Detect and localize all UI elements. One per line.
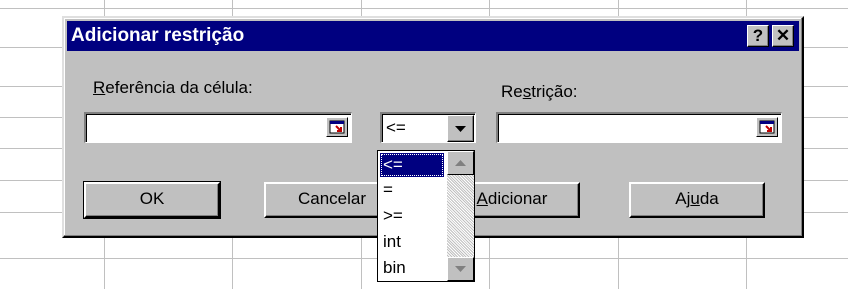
operator-dropdown-button[interactable] <box>447 115 474 142</box>
operator-option-le[interactable]: <= <box>380 153 444 177</box>
help-title-button[interactable]: ? <box>747 25 769 47</box>
constraint-input[interactable] <box>496 112 782 143</box>
help-button-post: da <box>699 189 719 208</box>
help-button[interactable]: Ajuda <box>629 182 765 218</box>
constraint-label-post: trição: <box>531 82 578 101</box>
constraint-collapse-button[interactable] <box>756 117 778 137</box>
cell-reference-collapse-button[interactable] <box>326 117 348 137</box>
arrow-down-icon <box>455 266 466 272</box>
close-button[interactable]: ✕ <box>772 25 794 47</box>
operator-option-int[interactable]: int <box>380 230 444 254</box>
operator-combobox[interactable]: <= <box>380 112 476 143</box>
help-button-hotkey: u <box>690 189 700 208</box>
dropdown-scrollbar[interactable] <box>447 151 474 281</box>
constraint-label-pre: Re <box>501 82 523 101</box>
constraint-label: Restrição: <box>501 82 578 102</box>
collapse-dialog-icon <box>759 120 775 134</box>
cell-reference-label-text: eferência da célula: <box>105 78 253 97</box>
operator-option-bin[interactable]: bin <box>380 256 444 280</box>
cell-reference-label: Referência da célula: <box>93 78 253 98</box>
chevron-down-icon <box>455 126 466 132</box>
ok-button[interactable]: OK <box>83 181 221 219</box>
scroll-up-button[interactable] <box>447 151 474 175</box>
operator-dropdown-list: <= = >= int bin <box>377 150 475 282</box>
add-button-label: dicionar <box>487 189 548 208</box>
dialog-title: Adicionar restrição <box>71 25 245 46</box>
add-button-hotkey: A <box>476 189 488 208</box>
constraint-label-hotkey: s <box>522 82 532 101</box>
cell-reference-label-hotkey: R <box>93 78 106 97</box>
grid-line <box>0 8 848 9</box>
operator-option-ge[interactable]: >= <box>380 204 444 228</box>
operator-selected-value: <= <box>386 118 406 137</box>
collapse-dialog-icon <box>329 120 345 134</box>
scroll-down-button[interactable] <box>447 257 474 281</box>
cell-reference-input[interactable] <box>84 112 352 143</box>
arrow-up-icon <box>455 160 466 166</box>
help-button-pre: Aj <box>675 189 691 208</box>
operator-option-eq[interactable]: = <box>380 178 444 202</box>
dialog-titlebar[interactable]: Adicionar restrição ? ✕ <box>67 21 799 51</box>
